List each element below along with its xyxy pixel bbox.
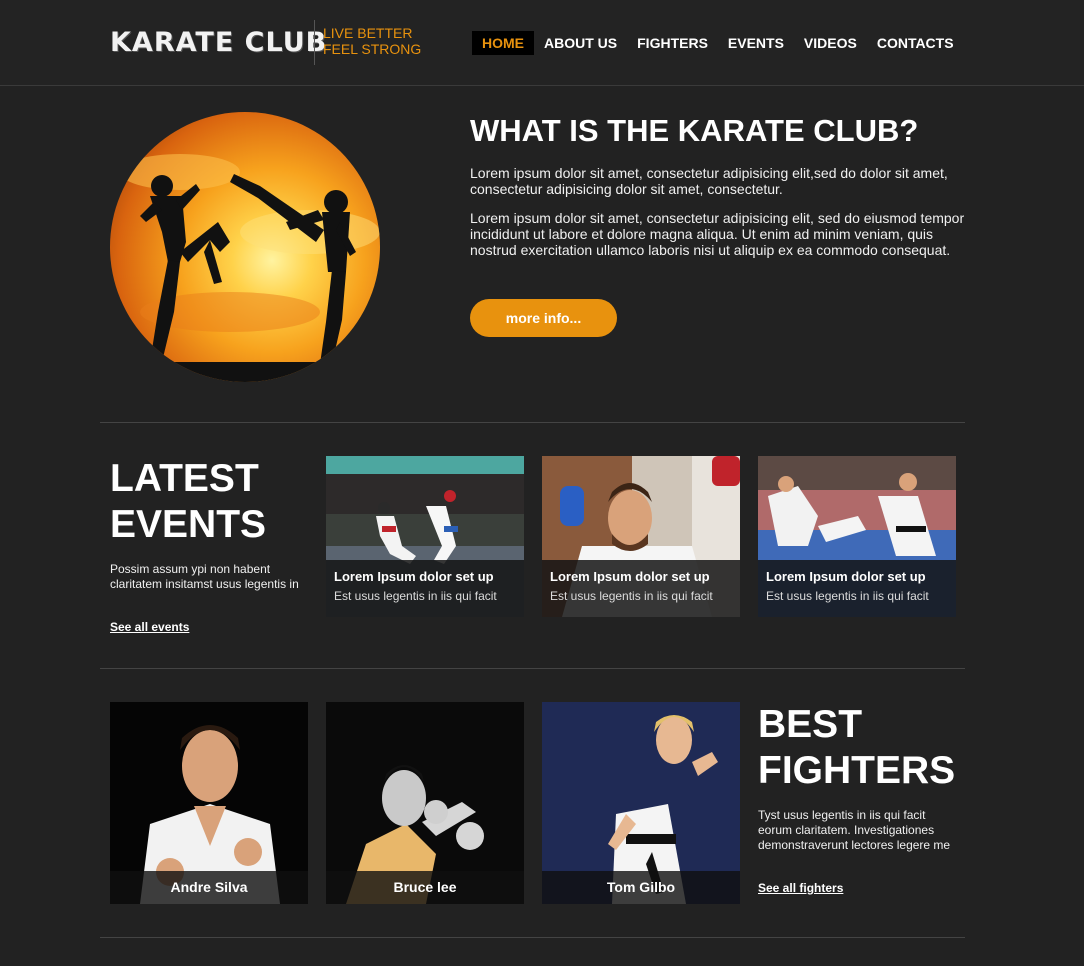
event-card[interactable]: Lorem Ipsum dolor set up Est usus legent… [758, 456, 956, 617]
logo-divider [314, 20, 315, 65]
nav-videos[interactable]: VIDEOS [794, 31, 867, 55]
event-title: Lorem Ipsum dolor set up [334, 569, 494, 584]
events-heading-line-1: LATEST [110, 457, 259, 500]
events-heading: LATEST EVENTS [110, 456, 266, 548]
fighter-card[interactable]: Bruce lee [326, 702, 524, 904]
site-tagline: LIVE BETTER FEEL STRONG [323, 25, 421, 57]
site-logo[interactable]: KARATE CLUB [110, 27, 327, 58]
event-card[interactable]: Lorem Ipsum dolor set up Est usus legent… [542, 456, 740, 617]
section-divider [100, 422, 965, 423]
intro-paragraph-2: Lorem ipsum dolor sit amet, consectetur … [470, 210, 965, 258]
intro-paragraph-1: Lorem ipsum dolor sit amet, consectetur … [470, 165, 948, 197]
nav-about-us[interactable]: ABOUT US [534, 31, 627, 55]
see-all-fighters-link[interactable]: See all fighters [758, 881, 843, 895]
see-all-events-link[interactable]: See all events [110, 620, 189, 634]
fighter-name: Tom Gilbo [542, 871, 740, 904]
fighter-card[interactable]: Andre Silva [110, 702, 308, 904]
section-divider [100, 937, 965, 938]
nav-fighters[interactable]: FIGHTERS [627, 31, 718, 55]
fighter-name: Bruce lee [326, 871, 524, 904]
karate-silhouette-illustration [110, 154, 380, 382]
nav-contacts[interactable]: CONTACTS [867, 31, 964, 55]
hero-karate-silhouette-image [110, 112, 380, 382]
event-caption: Lorem Ipsum dolor set up Est usus legent… [758, 560, 956, 617]
events-description: Possim assum ypi non habent claritatem i… [110, 562, 299, 591]
event-subtitle: Est usus legentis in iis qui facit [334, 589, 497, 603]
event-title: Lorem Ipsum dolor set up [766, 569, 926, 584]
nav-home[interactable]: HOME [472, 31, 534, 55]
tagline-line-2: FEEL STRONG [323, 41, 422, 57]
site-header: KARATE CLUB LIVE BETTER FEEL STRONG HOME… [0, 0, 1084, 86]
fighter-name: Andre Silva [110, 871, 308, 904]
events-heading-line-2: EVENTS [110, 503, 267, 546]
fighters-heading-line-1: BEST [758, 703, 863, 746]
tagline-line-1: LIVE BETTER [323, 25, 413, 41]
fighters-heading-line-2: FIGHTERS [758, 749, 956, 792]
event-caption: Lorem Ipsum dolor set up Est usus legent… [326, 560, 524, 617]
fighters-heading: BEST FIGHTERS [758, 702, 955, 794]
fighter-card[interactable]: Tom Gilbo [542, 702, 740, 904]
nav-events[interactable]: EVENTS [718, 31, 794, 55]
main-nav: HOME ABOUT US FIGHTERS EVENTS VIDEOS CON… [472, 31, 964, 55]
event-title: Lorem Ipsum dolor set up [550, 569, 710, 584]
event-card[interactable]: Lorem Ipsum dolor set up Est usus legent… [326, 456, 524, 617]
event-subtitle: Est usus legentis in iis qui facit [766, 589, 929, 603]
event-subtitle: Est usus legentis in iis qui facit [550, 589, 713, 603]
fighters-description: Tyst usus legentis in iis qui facit eoru… [758, 808, 951, 852]
section-divider [100, 668, 965, 669]
event-caption: Lorem Ipsum dolor set up Est usus legent… [542, 560, 740, 617]
more-info-button[interactable]: more info... [470, 299, 617, 337]
intro-heading: WHAT IS THE KARATE CLUB? [470, 113, 919, 148]
